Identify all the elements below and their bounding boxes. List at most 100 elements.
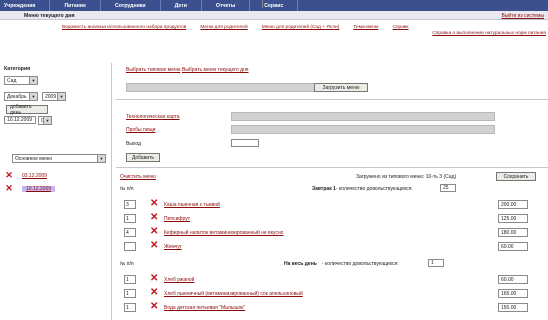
loaded-from-text: Загружено из типового меню: 10-ть 3 (Сад… (356, 174, 457, 180)
delete-icon[interactable]: ✕ (150, 288, 158, 298)
dish-link[interactable]: Каша пшенная с тыквой (164, 202, 220, 208)
output-input[interactable] (231, 139, 259, 147)
link-product-analysis[interactable]: Ведомость анализа использованного набора… (62, 25, 186, 30)
link-natural-norms[interactable]: Справка о выполнении натуральных норм пи… (432, 31, 546, 36)
nav-service[interactable]: Сервис (250, 0, 299, 11)
delete-icon[interactable]: ✕ (150, 199, 158, 209)
save-button[interactable]: Сохранить (496, 172, 536, 181)
category-label: Категория (4, 66, 31, 72)
main-content: Выбрать типовое меню Выбрать меню текуще… (116, 63, 548, 320)
price-input[interactable]: 60.00 (498, 242, 528, 251)
clear-menu-link[interactable]: Очистить меню (120, 174, 156, 180)
nav-children[interactable]: Дети (161, 0, 202, 11)
dish-link[interactable]: Хлеб пшеничный (витаминизированный) сок … (164, 291, 303, 297)
date-input[interactable]: 10.12.2009 (4, 116, 36, 124)
dish-link[interactable]: Пепсифрут (164, 216, 190, 222)
table-row: 1 ✕ Пепсифрут 125.00 (116, 213, 548, 225)
price-input[interactable]: 165.00 (498, 289, 528, 298)
pick-standard-menu-link[interactable]: Выбрать типовое меню (126, 67, 180, 73)
section-count-label: - количество довольствующихся: (336, 186, 413, 192)
nav-employees[interactable]: Сотрудники (101, 0, 161, 11)
menu-file-field[interactable] (126, 83, 316, 92)
month-select[interactable]: Декабрь ▼ (4, 92, 38, 101)
section-count-input[interactable]: 25 (440, 184, 456, 192)
nav-nutrition[interactable]: Питание (50, 0, 101, 11)
menu-type-value: Основное меню (15, 155, 53, 162)
table-row: 1 ✕ Хлеб ржаной 60.00 (116, 274, 548, 286)
price-input[interactable]: 200.00 (498, 200, 528, 209)
delete-icon[interactable]: ✕ (150, 302, 158, 312)
quantity-input[interactable]: 1 (124, 214, 136, 223)
quantity-input[interactable]: 1 (124, 289, 136, 298)
quantity-input[interactable] (124, 242, 136, 251)
chevron-down-icon: ▼ (29, 93, 37, 100)
date-list-item-selected[interactable]: ✕ 10.12.2009 (4, 184, 108, 193)
dish-link[interactable]: Хлеб ржаной (164, 277, 194, 283)
table-row: 4 ✕ Кефирный напиток витаминизированный … (116, 227, 548, 239)
divider-mark (262, 0, 263, 8)
date-list-item[interactable]: ✕ 03.12.2009 (4, 171, 108, 180)
time-select[interactable]: 00 ▼ (38, 116, 52, 125)
chevron-down-icon: ▼ (29, 77, 37, 84)
category-value: Сад (7, 77, 17, 84)
section-count-label: - количество довольствующихся: (322, 261, 399, 267)
delete-icon[interactable]: ✕ (4, 184, 14, 193)
price-input[interactable]: 150.00 (498, 303, 528, 312)
price-input[interactable]: 125.00 (498, 214, 528, 223)
nav-reports[interactable]: Отчеты (202, 0, 251, 11)
dish-link[interactable]: Жемчуг (164, 244, 182, 250)
quantity-input[interactable]: 1 (124, 303, 136, 312)
quantity-input[interactable]: 3 (124, 200, 136, 209)
price-input[interactable]: 60.00 (498, 275, 528, 284)
menu-type-select[interactable]: Основное меню ▼ (12, 154, 106, 163)
link-reference[interactable]: Справк (392, 25, 408, 30)
year-value: 2009 (45, 93, 57, 100)
recipe-link[interactable]: Пробы пищи (126, 127, 155, 133)
quantity-input[interactable]: 4 (124, 228, 136, 237)
link-theme-menu[interactable]: Тема-меню (353, 25, 378, 30)
table-row: 1 ✕ Вода детская питьевая "Малышок" 150.… (116, 302, 548, 314)
number-header: № п/п (120, 186, 134, 192)
logout-link[interactable]: Выйти из системы (501, 13, 544, 19)
dish-link[interactable]: Кефирный напиток витаминизированный не в… (164, 230, 283, 236)
table-row: 3 ✕ Каша пшенная с тыквой 200.00 (116, 199, 548, 211)
category-select[interactable]: Сад ▼ (4, 76, 38, 85)
section-title: На весь день (284, 261, 317, 267)
date-link[interactable]: 03.12.2009 (22, 173, 47, 179)
load-menu-button[interactable]: Загрузить меню (314, 83, 368, 92)
section-count-input[interactable]: 1 (428, 259, 444, 267)
tech-card-field[interactable] (231, 112, 495, 121)
table-row: 1 ✕ Хлеб пшеничный (витаминизированный) … (116, 288, 548, 300)
chevron-down-icon: ▼ (97, 155, 105, 162)
chevron-down-icon: ▼ (43, 117, 51, 124)
number-header: № п/п (120, 261, 134, 267)
tech-card-link[interactable]: Технологическая карта (126, 114, 180, 120)
delete-icon[interactable]: ✕ (150, 227, 158, 237)
divider (116, 167, 548, 168)
year-select[interactable]: 2009 ▼ (42, 92, 66, 101)
section-title: Завтрак 1 (312, 186, 336, 192)
delete-icon[interactable]: ✕ (150, 241, 158, 251)
delete-icon[interactable]: ✕ (4, 171, 14, 180)
top-navigation: Учреждения Питание Сотрудники Дети Отчет… (0, 0, 548, 11)
recipe-field[interactable] (231, 125, 495, 134)
link-parents-menu[interactable]: Меню для родителей (200, 25, 247, 30)
nav-institutions[interactable]: Учреждения (0, 0, 51, 11)
price-input[interactable]: 180.00 (498, 228, 528, 237)
add-button[interactable]: Добавить (126, 153, 160, 162)
divider (116, 99, 548, 100)
delete-icon[interactable]: ✕ (150, 274, 158, 284)
pick-today-menu-link[interactable]: Выбрать меню текущего дня (182, 67, 249, 73)
quantity-input[interactable]: 1 (124, 275, 136, 284)
page-title: Меню текущего дня (24, 12, 75, 19)
link-parents-menu-combined[interactable]: Меню для родителей (Сад + Ясли) (262, 25, 340, 30)
add-day-button[interactable]: добавить день (6, 104, 48, 116)
chevron-down-icon: ▼ (57, 93, 65, 100)
delete-icon[interactable]: ✕ (150, 213, 158, 223)
left-panel: Категория Сад ▼ Декабрь ▼ 2009 ▼ добавит… (0, 63, 112, 320)
month-value: Декабрь (7, 93, 27, 100)
title-bar: Меню текущего дня Выйти из системы (0, 11, 548, 20)
output-label: Выход (126, 141, 141, 147)
date-link[interactable]: 10.12.2009 (22, 185, 56, 192)
dish-link[interactable]: Вода детская питьевая "Малышок" (164, 305, 245, 311)
